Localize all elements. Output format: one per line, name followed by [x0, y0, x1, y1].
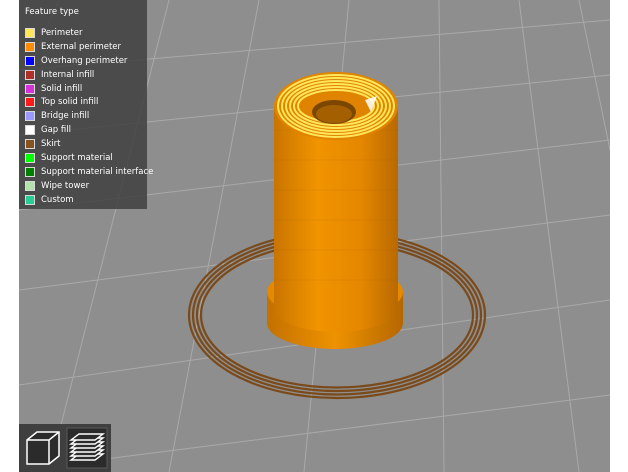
legend-swatch	[25, 139, 35, 150]
legend-label: Wipe tower	[41, 180, 90, 191]
legend-swatch	[25, 41, 35, 52]
legend-label: Perimeter	[41, 27, 83, 38]
legend-title: Feature type	[25, 7, 79, 17]
legend-swatch	[25, 55, 35, 66]
legend-item: Perimeter	[25, 26, 147, 40]
legend-item: Top solid infill	[25, 95, 147, 109]
legend-item: Wipe tower	[25, 179, 147, 193]
legend-item: Internal infill	[25, 68, 147, 82]
legend-item: Skirt	[25, 137, 147, 151]
legend-label: Support material interface	[41, 166, 154, 177]
legend-swatch	[25, 111, 35, 122]
legend-label: Support material	[41, 152, 113, 163]
layers-view-button[interactable]	[65, 426, 109, 470]
model-cylinder	[274, 72, 398, 332]
legend-swatch	[25, 180, 35, 191]
legend-swatch	[25, 194, 35, 205]
legend-swatch	[25, 27, 35, 38]
feature-type-legend: Feature type Perimeter External perimeter…	[19, 0, 153, 209]
legend-label: Gap fill	[41, 125, 71, 136]
legend-swatch	[25, 166, 35, 177]
legend-label: Skirt	[41, 139, 61, 150]
legend-swatch	[25, 125, 35, 136]
legend-swatch	[25, 83, 35, 94]
legend-swatch	[25, 97, 35, 108]
legend-label: Solid infill	[41, 83, 83, 94]
legend-swatch	[25, 69, 35, 80]
view-toolbar	[19, 424, 111, 472]
legend-swatch	[25, 152, 35, 163]
3d-view-icon	[26, 431, 60, 465]
legend-item: External perimeter	[25, 40, 147, 54]
3d-view-button[interactable]	[21, 426, 65, 470]
legend-item: Custom	[25, 193, 147, 207]
legend-item: Bridge infill	[25, 109, 147, 123]
legend-item: Gap fill	[25, 123, 147, 137]
legend-item: Support material	[25, 151, 147, 165]
legend-item: Support material interface	[25, 165, 153, 179]
legend-label: Top solid infill	[41, 97, 99, 108]
legend-label: Bridge infill	[41, 111, 90, 122]
legend-label: Custom	[41, 194, 74, 205]
legend-item: Solid infill	[25, 82, 147, 96]
legend-label: Internal infill	[41, 69, 95, 80]
legend-item: Overhang perimeter	[25, 54, 147, 68]
legend-label: External perimeter	[41, 41, 122, 52]
legend-label: Overhang perimeter	[41, 55, 128, 66]
layers-view-icon	[66, 427, 108, 469]
